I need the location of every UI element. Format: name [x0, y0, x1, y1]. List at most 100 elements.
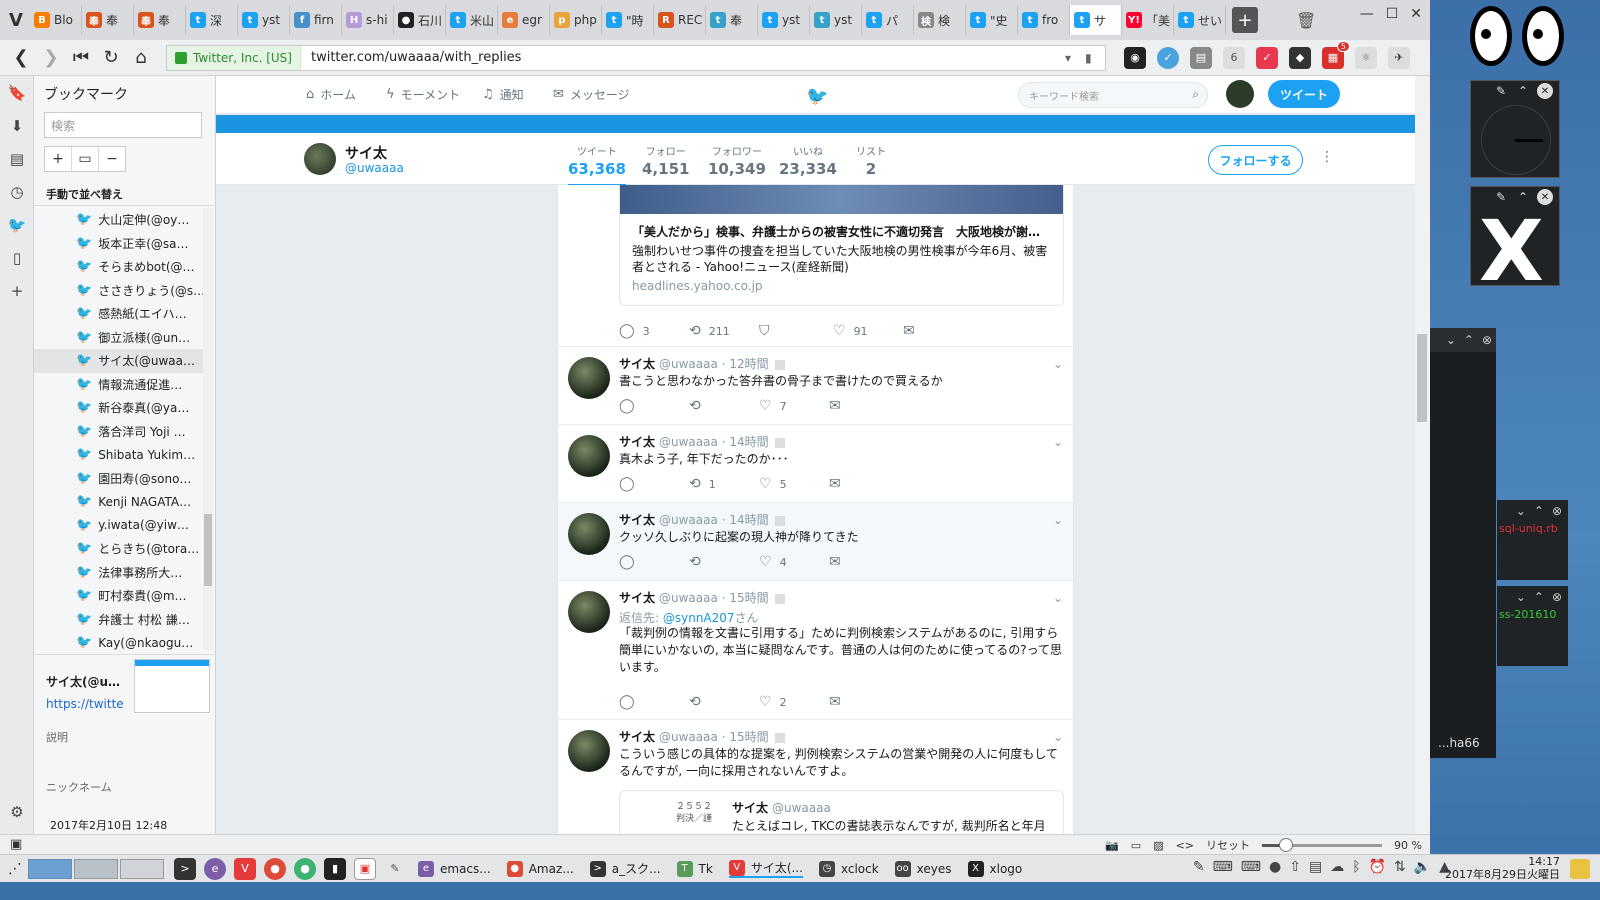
url-field[interactable]: Twitter, Inc. [US] twitter.com/uwaaaa/wi… [166, 44, 1106, 71]
tweet-handle[interactable]: @uwaaaa [659, 591, 718, 605]
browser-tab[interactable]: t yst [810, 5, 862, 35]
tweet-time[interactable]: · 12時間 [722, 357, 769, 371]
tweet-avatar[interactable] [568, 435, 610, 477]
like-button[interactable]: ♡ 4 [759, 554, 829, 570]
chevron-down-icon[interactable]: ⌄ [1516, 504, 1526, 518]
like-button[interactable]: ♡ 2 [759, 694, 829, 710]
maximize-icon[interactable]: ⌃ [1515, 83, 1531, 99]
close-icon[interactable]: ⊗ [1552, 590, 1562, 604]
add-folder-button[interactable]: ▭ [72, 147, 99, 171]
tweet-author[interactable]: サイ太 [619, 591, 655, 605]
browser-tab[interactable]: 奉奉 [82, 5, 134, 35]
tweet-time[interactable]: · 15時間 [722, 730, 769, 744]
tool-icon[interactable]: ✎ [1193, 859, 1205, 875]
bookmark-item[interactable]: 🐦 y.iwata(@yiw… [34, 514, 204, 538]
tweet[interactable]: サイ太 @uwaaaa · 15時間 ⌄ こういう感じの具体的な提案を, 判例検索シス… [558, 719, 1073, 834]
dm-button[interactable]: ✉ [829, 476, 899, 492]
browser-tab[interactable]: t yst [758, 5, 810, 35]
tweet-avatar[interactable] [568, 730, 610, 772]
terminal-launcher-icon[interactable]: > [174, 857, 196, 880]
chevron-down-icon[interactable]: ⌄ [1053, 513, 1063, 527]
dm-button[interactable]: ✉ [829, 694, 899, 710]
desktop-pager-2[interactable] [74, 858, 118, 879]
vivaldi-launcher-icon[interactable]: V [234, 857, 256, 880]
bookmark-search-input[interactable]: 検索 [44, 112, 202, 138]
browser-tab[interactable]: p php [550, 5, 602, 35]
keyboard-icon[interactable]: ⌨ [1213, 859, 1233, 875]
notes-tray-icon[interactable] [1570, 859, 1590, 879]
zoom-reset-button[interactable]: リセット [1206, 837, 1250, 853]
reply-to-link[interactable]: @synnA207 [663, 611, 735, 625]
quoted-tweet[interactable]: ２５５２ 判決／謹 サイ太 @uwaaaa たとえばコレ, TKCの書誌表示なんですが… [619, 790, 1064, 834]
menu-extension-icon[interactable]: ✈ [1388, 46, 1410, 69]
browser-tab[interactable]: t fro [1018, 5, 1070, 35]
browser-tab[interactable]: t 米山 [446, 5, 498, 35]
keyboard-icon[interactable]: ⌨ [1241, 859, 1261, 875]
profile-name[interactable]: サイ太 [345, 143, 387, 163]
trash-icon[interactable]: 🗑 [1296, 11, 1316, 30]
tweet-button[interactable]: ツイート [1268, 80, 1340, 108]
close-icon[interactable]: ✕ [1537, 83, 1553, 99]
chevron-down-icon[interactable]: ⌄ [1446, 333, 1456, 347]
sort-label[interactable]: 手動で並べ替え [34, 180, 215, 206]
chevron-up-icon[interactable]: ⌃ [1534, 590, 1544, 604]
reply-button[interactable]: ◯ [619, 398, 689, 414]
bookmark-item[interactable]: 🐦 法律事務所大… [34, 561, 204, 585]
desktop-pager-3[interactable] [120, 858, 164, 879]
evernote-icon[interactable]: ◆ [1289, 46, 1311, 69]
bookmark-item[interactable]: 🐦 Kay(@nkaogu… [34, 631, 204, 650]
bookmark-item[interactable]: 🐦 ささきりょう(@s… [34, 279, 204, 303]
bookmark-item[interactable]: 🐦 とらきち(@tora… [34, 537, 204, 561]
network-icon[interactable]: ⇅ [1394, 859, 1406, 875]
bookmark-item[interactable]: 🐦 Kenji NAGATA… [34, 490, 204, 514]
add-panel-icon[interactable]: + [0, 274, 34, 307]
xclock-window[interactable]: ✎ ⌃ ✕ [1470, 80, 1560, 178]
cloud-icon[interactable]: ☁ [1330, 859, 1344, 875]
profile-avatar[interactable] [304, 143, 336, 175]
dropdown-arrow-icon[interactable]: ▾ [1065, 51, 1085, 65]
tweet-handle[interactable]: @uwaaaa [659, 435, 718, 449]
terminal-window[interactable]: ⌄ ⌃ ⊗ ...ha66 [1430, 328, 1496, 758]
retweet-button[interactable]: ⟲ [689, 694, 759, 710]
green-launcher-icon[interactable]: ● [294, 857, 316, 880]
launcher-icon[interactable]: ⋰ [8, 861, 22, 877]
browser-tab[interactable]: Y! 「美 [1122, 5, 1174, 35]
retweet-button[interactable]: ⟲ [689, 398, 759, 414]
tweet-handle[interactable]: @uwaaaa [659, 357, 718, 371]
like-button[interactable]: ♡ 5 [759, 476, 829, 492]
alarm-icon[interactable]: ⏰ [1369, 859, 1386, 875]
window-icon[interactable]: ▭ [1131, 839, 1141, 852]
screen-launcher-icon[interactable]: ▣ [354, 857, 376, 880]
taskbar-app[interactable]: e emacs... [418, 859, 491, 878]
tweet[interactable]: サイ太 @uwaaaa · 15時間 ⌄ 返信先: @synnA207さん 「裁判例の情… [558, 580, 1073, 719]
chrome-launcher-icon[interactable]: ● [264, 857, 286, 880]
bookmark-icon[interactable]: ▮ [1085, 51, 1105, 65]
chevron-up-icon[interactable]: ⌃ [1534, 504, 1544, 518]
url-text[interactable]: twitter.com/uwaaaa/with_replies [301, 50, 1065, 65]
account-avatar[interactable] [1226, 80, 1254, 108]
browser-tab[interactable]: tパ [862, 5, 914, 35]
chrome-tray-icon[interactable]: ● [1269, 859, 1281, 875]
desktop-pager-1[interactable] [28, 858, 72, 879]
dm-button[interactable]: ✉ [829, 554, 899, 570]
bookmark-item[interactable]: 🐦 そらまめbot(@… [34, 255, 204, 279]
terminal-window-small[interactable]: ⌄ ⌃ ⊗ ss-201610 [1497, 586, 1568, 666]
pen-launcher-icon[interactable]: ✎ [384, 858, 406, 880]
bluetooth-icon[interactable]: ᛒ [1352, 859, 1360, 875]
bookmark-item[interactable]: 🐦 御立派様(@un… [34, 326, 204, 350]
chevron-down-icon[interactable]: ⌄ [1053, 435, 1063, 449]
verified-button[interactable]: ⛉ [759, 323, 833, 339]
console-launcher-icon[interactable]: ▮ [324, 857, 346, 880]
pocket-icon[interactable]: ✓ [1256, 46, 1278, 69]
bookmark-item[interactable]: 🐦 園田寿(@sono… [34, 467, 204, 491]
profile-handle[interactable]: @uwaaaa [345, 161, 404, 175]
bookmark-item[interactable]: 🐦 情報流通促進… [34, 373, 204, 397]
like-button[interactable]: ♡ 91 [833, 323, 903, 339]
tweet[interactable]: サイ太 @uwaaaa · 12時間 ⌄ 書こうと思わなかった答弁書の骨子まで書けたの… [558, 346, 1073, 424]
tweet[interactable]: サイ太 @uwaaaa · 14時間 ⌄ クッソ久しぶりに起案の現人神が降りてきた ◯ ⟲… [558, 502, 1073, 580]
extension-with-badge-icon[interactable]: ▦ 5 [1322, 40, 1350, 69]
panel-toggle-icon[interactable]: ▣ [10, 837, 22, 852]
browser-tab[interactable]: ● 石川 [394, 5, 446, 35]
stat-3[interactable]: いいね 23,334 [779, 143, 837, 178]
history-icon[interactable]: ◷ [0, 175, 34, 208]
